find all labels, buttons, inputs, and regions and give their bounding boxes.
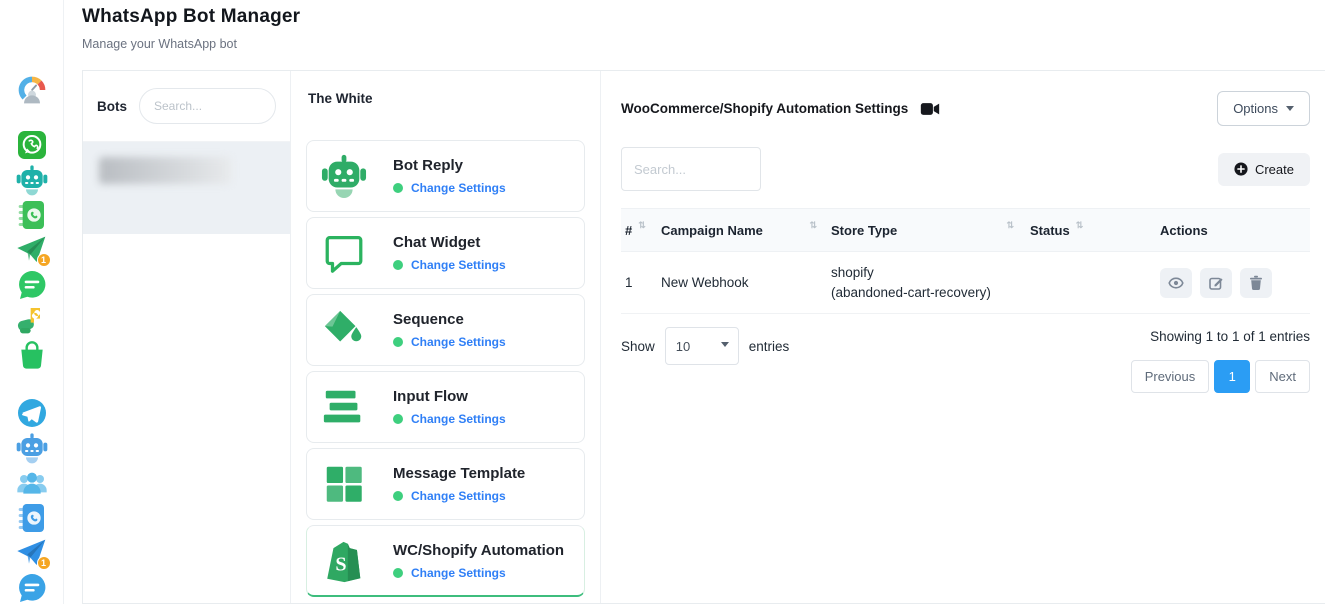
module-title: Message Template <box>393 465 525 482</box>
entries-label: entries <box>749 339 790 354</box>
eye-icon <box>1168 275 1184 291</box>
module-title: Bot Reply <box>393 157 506 174</box>
table-search-input[interactable] <box>621 147 761 191</box>
chat-widget-icon <box>321 230 367 276</box>
change-settings-link[interactable]: Change Settings <box>411 335 506 349</box>
create-button[interactable]: Create <box>1218 153 1310 186</box>
plus-circle-icon <box>1234 162 1248 176</box>
automation-table: #⇅ Campaign Name⇅ Store Type⇅ Status⇅ Ac… <box>621 208 1310 314</box>
bots-label: Bots <box>97 99 127 114</box>
module-title: Chat Widget <box>393 234 506 251</box>
column-header-actions: Actions <box>1160 223 1310 238</box>
module-title: Sequence <box>393 311 506 328</box>
status-dot <box>393 414 403 424</box>
module-card-message-template[interactable]: Message Template Change Settings <box>306 448 585 520</box>
bots-column: Bots <box>83 71 291 603</box>
column-header-store-type[interactable]: Store Type⇅ <box>831 223 1030 238</box>
bots-search-input[interactable] <box>139 88 276 124</box>
options-button[interactable]: Options <box>1217 91 1310 126</box>
cell-actions <box>1160 268 1310 298</box>
sequence-icon <box>321 307 367 353</box>
video-tutorial-icon[interactable] <box>920 102 940 116</box>
bot-list-item-selected[interactable] <box>83 142 290 234</box>
delete-button[interactable] <box>1240 268 1272 298</box>
table-header-row: #⇅ Campaign Name⇅ Store Type⇅ Status⇅ Ac… <box>621 208 1310 252</box>
module-card-wc-shopify-automation[interactable]: S WC/Shopify Automation Change Settings <box>306 525 585 597</box>
modules-column: The White Bot Reply Change Settings Chat… <box>291 71 601 603</box>
telegram-bot-icon[interactable] <box>16 432 48 464</box>
telegram-chat-icon[interactable] <box>16 572 48 604</box>
page-1-button[interactable]: 1 <box>1214 360 1250 393</box>
trash-icon <box>1248 275 1264 291</box>
telegram-broadcast-icon[interactable]: 1 <box>16 537 48 569</box>
table-row: 1 New Webhook shopify (abandoned-cart-re… <box>621 252 1310 314</box>
cell-campaign-name: New Webhook <box>661 275 831 290</box>
previous-page-button[interactable]: Previous <box>1131 360 1210 393</box>
chevron-down-icon <box>1286 106 1294 111</box>
whatsapp-icon[interactable] <box>16 129 48 161</box>
column-header-status[interactable]: Status⇅ <box>1030 223 1160 238</box>
pagination: Previous 1 Next <box>1131 360 1310 393</box>
change-settings-link[interactable]: Change Settings <box>411 489 506 503</box>
next-page-button[interactable]: Next <box>1255 360 1310 393</box>
notification-badge: 1 <box>37 556 51 570</box>
dashboard-icon[interactable] <box>16 74 48 106</box>
status-dot <box>393 491 403 501</box>
telegram-contacts-icon[interactable] <box>16 502 48 534</box>
module-title: Input Flow <box>393 388 506 405</box>
module-card-input-flow[interactable]: Input Flow Change Settings <box>306 371 585 443</box>
integrations-icon[interactable] <box>16 304 48 336</box>
entries-summary: Showing 1 to 1 of 1 entries <box>1150 329 1310 344</box>
whatsapp-shop-icon[interactable] <box>16 339 48 371</box>
whatsapp-chat-icon[interactable] <box>16 269 48 301</box>
sort-icon: ⇅ <box>638 220 646 231</box>
sort-icon: ⇅ <box>1076 220 1084 231</box>
page-subtitle: Manage your WhatsApp bot <box>82 37 300 51</box>
change-settings-link[interactable]: Change Settings <box>411 258 506 272</box>
whatsapp-bot-icon[interactable] <box>16 164 48 196</box>
notification-badge: 1 <box>37 253 51 267</box>
selected-bot-title: The White <box>308 91 585 106</box>
bot-name-redacted <box>99 157 231 184</box>
app-sidebar: 1 1 <box>0 0 64 604</box>
module-card-sequence[interactable]: Sequence Change Settings <box>306 294 585 366</box>
edit-icon <box>1208 275 1224 291</box>
bot-reply-icon <box>321 153 367 199</box>
status-dot <box>393 568 403 578</box>
sort-icon: ⇅ <box>809 220 817 231</box>
cell-store-type: shopify (abandoned-cart-recovery) <box>831 263 1030 302</box>
edit-button[interactable] <box>1200 268 1232 298</box>
shopify-icon: S <box>321 538 367 584</box>
telegram-icon[interactable] <box>16 397 48 429</box>
input-flow-icon <box>321 384 367 430</box>
module-title: WC/Shopify Automation <box>393 542 564 559</box>
column-header-index[interactable]: #⇅ <box>621 223 661 238</box>
module-card-chat-widget[interactable]: Chat Widget Change Settings <box>306 217 585 289</box>
sort-icon: ⇅ <box>1006 220 1014 231</box>
whatsapp-broadcast-icon[interactable]: 1 <box>16 234 48 266</box>
whatsapp-contacts-icon[interactable] <box>16 199 48 231</box>
status-dot <box>393 337 403 347</box>
column-header-campaign-name[interactable]: Campaign Name⇅ <box>661 223 831 238</box>
change-settings-link[interactable]: Change Settings <box>411 566 506 580</box>
settings-column: WooCommerce/Shopify Automation Settings … <box>601 71 1325 603</box>
change-settings-link[interactable]: Change Settings <box>411 412 506 426</box>
change-settings-link[interactable]: Change Settings <box>411 181 506 195</box>
status-dot <box>393 183 403 193</box>
bot-manager-panel: Bots The White Bot Reply Change Settings <box>82 70 1325 604</box>
svg-text:S: S <box>335 553 346 575</box>
cell-index: 1 <box>621 275 661 290</box>
page-title: WhatsApp Bot Manager <box>82 6 300 28</box>
telegram-group-icon[interactable] <box>16 467 48 499</box>
view-button[interactable] <box>1160 268 1192 298</box>
page-size-select[interactable]: 10 <box>665 327 739 365</box>
status-dot <box>393 260 403 270</box>
message-template-icon <box>321 461 367 507</box>
show-label: Show <box>621 339 655 354</box>
settings-title: WooCommerce/Shopify Automation Settings <box>621 101 908 116</box>
module-card-bot-reply[interactable]: Bot Reply Change Settings <box>306 140 585 212</box>
